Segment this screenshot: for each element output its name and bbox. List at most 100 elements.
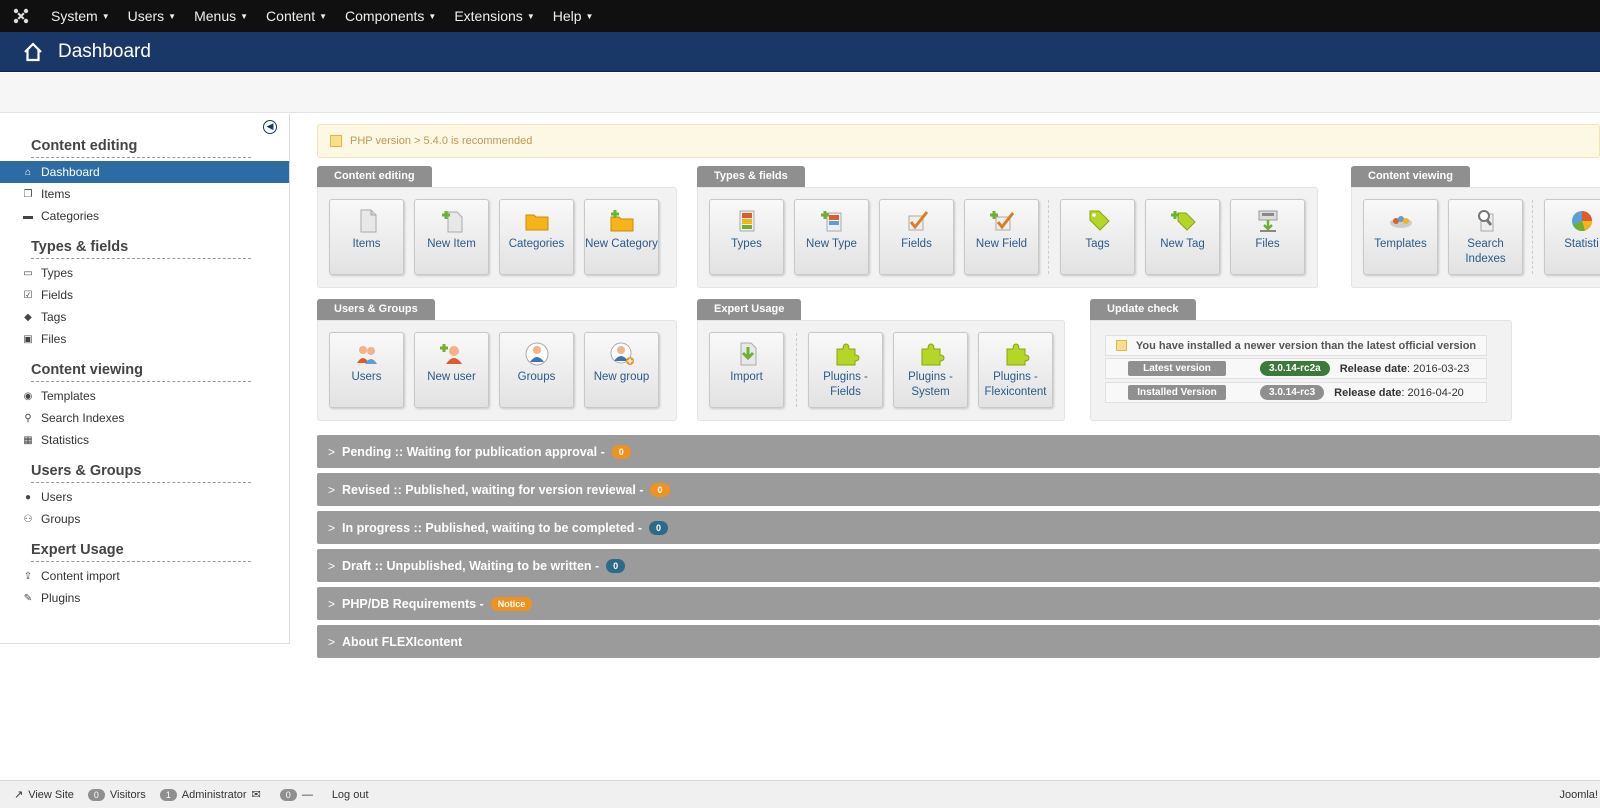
tile-items[interactable]: Items [329,199,404,275]
sidebar: ◀ Content editing ⌂ Dashboard ❐ Items ▬ Cat… [0,114,290,644]
sidebar-section-expert-usage: Expert Usage [31,542,251,562]
panel-label: Types & fields [697,166,805,187]
menu-components[interactable]: Components ▼ [336,8,445,24]
sidebar-section-types-fields: Types & fields [31,239,251,259]
menu-system[interactable]: System ▼ [42,8,119,24]
php-version-alert: PHP version > 5.4.0 is recommended [317,124,1600,158]
sidebar-item-templates[interactable]: ◉ Templates [0,385,289,407]
tile-fields[interactable]: Fields [879,199,954,275]
tile-groups[interactable]: Groups [499,332,574,408]
sidebar-item-categories[interactable]: ▬ Categories [0,205,289,227]
accordion-draft[interactable]: > Draft :: Unpublished, Waiting to be wri… [317,549,1600,582]
new-folder-icon [610,210,633,232]
sidebar-item-fields[interactable]: ☑ Fields [0,284,289,306]
caret-down-icon: ▼ [585,12,594,21]
sidebar-item-users[interactable]: ● Users [0,486,289,508]
accordion-php-db-requirements[interactable]: > PHP/DB Requirements - Notice [317,587,1600,620]
tile-statistics[interactable]: Statisti [1544,199,1600,275]
notice-icon [330,135,342,147]
page-title: Dashboard [58,40,151,62]
accordion-pending[interactable]: > Pending :: Waiting for publication appr… [317,435,1600,468]
accordion-revised[interactable]: > Revised :: Published, waiting for versi… [317,473,1600,506]
latest-version-row: Latest version 3.0.14-rc2a Release date:… [1105,358,1487,379]
minus-icon: — [301,788,313,801]
collapse-sidebar-icon[interactable]: ◀ [263,120,277,134]
files-icon [1258,210,1277,232]
tile-tags[interactable]: Tags [1060,199,1135,275]
folder-icon: ▬ [23,210,33,222]
users-icon [356,346,377,364]
status-bar: ↗ View Site 0 Visitors 1 Administrator ✉ 0— … [0,780,1600,808]
eye-icon: ◉ [23,390,33,402]
tile-files[interactable]: Files [1230,199,1305,275]
sidebar-item-search-indexes[interactable]: ⚲ Search Indexes [0,407,289,429]
user-icon: ● [24,491,32,503]
visitors-count[interactable]: 0 Visitors [87,788,146,801]
templates-icon [1389,216,1412,228]
new-type-icon [820,211,841,232]
messages-count[interactable]: 0— [279,788,318,801]
tile-new-user[interactable]: New user [414,332,489,408]
sidebar-item-types[interactable]: ▭ Types [0,262,289,284]
chart-icon: ▦ [23,434,33,446]
chevron-right-icon: > [328,520,336,535]
view-site-link[interactable]: ↗ View Site [14,788,74,802]
tile-types[interactable]: Types [709,199,784,275]
search-indexes-icon [1477,210,1493,232]
tile-users[interactable]: Users [329,332,404,408]
toolbar-area [0,73,1600,113]
sidebar-item-dashboard[interactable]: ⌂ Dashboard [0,161,289,183]
update-message: You have installed a newer version than … [1105,335,1487,356]
panel-label: Content editing [317,166,432,187]
sidebar-item-content-import[interactable]: ⇪ Content import [0,565,289,587]
new-user-icon [439,344,462,364]
tile-new-type[interactable]: New Type [794,199,869,275]
caret-down-icon: ▼ [168,12,177,21]
panel-label: Expert Usage [697,299,802,320]
tile-plugins-system[interactable]: Plugins - System [893,332,968,408]
sidebar-section-content-viewing: Content viewing [31,362,251,382]
tile-new-tag[interactable]: New Tag [1145,199,1220,275]
menu-extensions[interactable]: Extensions ▼ [445,8,543,24]
sidebar-item-statistics[interactable]: ▦ Statistics [0,429,289,451]
import-icon [740,342,756,366]
sidebar-item-plugins[interactable]: ✎ Plugins [0,587,289,609]
sidebar-item-tags[interactable]: ◆ Tags [0,306,289,328]
menu-help[interactable]: Help ▼ [544,8,603,24]
accordion-in-progress[interactable]: > In progress :: Published, waiting to be… [317,511,1600,544]
caret-down-icon: ▼ [101,12,110,21]
sidebar-item-items[interactable]: ❐ Items [0,183,289,205]
puzzle-icon [836,343,860,366]
caret-down-icon: ▼ [240,12,249,21]
groups-icon [525,342,548,366]
tile-new-category[interactable]: New Category [584,199,659,275]
search-icon: ⚲ [24,412,32,424]
accordion-about-flexicontent[interactable]: > About FLEXIcontent [317,625,1600,658]
installed-version-badge: 3.0.14-rc3 [1260,385,1325,400]
puzzle-icon [921,343,945,366]
menu-menus[interactable]: Menus ▼ [185,8,257,24]
tile-templates[interactable]: Templates [1363,199,1438,275]
plug-icon: ✎ [23,592,33,604]
tile-plugins-fields[interactable]: Plugins - Fields [808,332,883,408]
panel-expert-usage: Expert Usage Import Plugins - Fields Plu… [697,299,1065,421]
pie-chart-icon [1571,211,1592,231]
tile-categories[interactable]: Categories [499,199,574,275]
joomla-logo-icon[interactable] [0,0,42,32]
count-badge: 0 [606,558,626,573]
tile-search-indexes[interactable]: Search Indexes [1448,199,1523,275]
tile-new-item[interactable]: New Item [414,199,489,275]
sidebar-item-files[interactable]: ▣ Files [0,328,289,350]
tile-import[interactable]: Import [709,332,784,408]
tile-new-group[interactable]: New group [584,332,659,408]
menu-users[interactable]: Users ▼ [119,8,185,24]
tile-new-field[interactable]: New Field [964,199,1039,275]
menu-content[interactable]: Content ▼ [257,8,336,24]
tag-icon [1089,210,1110,231]
chevron-right-icon: > [328,558,336,573]
logout-link[interactable]: Log out [332,789,369,801]
sidebar-item-groups[interactable]: ⚇ Groups [0,508,289,530]
tile-plugins-flexicontent[interactable]: Plugins - Flexicontent [978,332,1053,408]
administrator-count[interactable]: 1 Administrator ✉ [159,788,266,801]
new-group-icon [610,342,634,365]
